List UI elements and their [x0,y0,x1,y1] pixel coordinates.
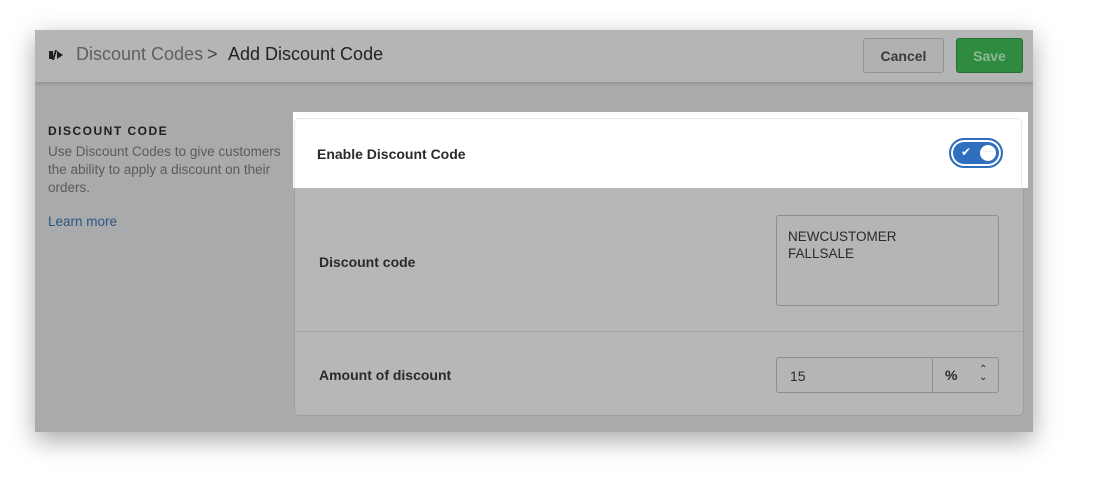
divider [295,331,1023,332]
header: Discount Codes > Add Discount Code Cance… [35,30,1033,82]
breadcrumb-discount-codes[interactable]: Discount Codes [76,44,203,65]
enable-row: Enable Discount Code ✔ ···· [293,112,1028,188]
breadcrumb-chevron-icon: > [207,44,218,64]
page-title: Add Discount Code [228,44,384,64]
unit-select[interactable]: % ⌃ ⌄ [932,357,999,393]
toggle-knob: ···· [980,145,996,161]
check-icon: ✔ [961,145,972,159]
section-heading: DISCOUNT CODE [48,124,169,138]
section-description: Use Discount Codes to give customers the… [48,144,281,195]
learn-more-link[interactable]: Learn more [48,214,117,229]
amount-label: Amount of discount [319,367,452,383]
discount-code-label: Discount code [319,254,416,270]
enable-toggle[interactable]: ✔ ···· [949,138,1003,168]
enable-label: Enable Discount Code [317,146,466,162]
amount-input[interactable]: 15 [776,357,933,393]
cancel-button[interactable]: Cancel [863,38,944,73]
select-arrows-icon: ⌃ ⌄ [979,364,988,383]
discount-code-textarea[interactable]: NEWCUSTOMER FALLSALE [776,215,999,306]
save-button[interactable]: Save [956,38,1023,73]
app-window: Discount Codes > Add Discount Code Cance… [35,30,1033,432]
discount-tag-icon [49,50,63,60]
unit-value: % [945,367,958,383]
